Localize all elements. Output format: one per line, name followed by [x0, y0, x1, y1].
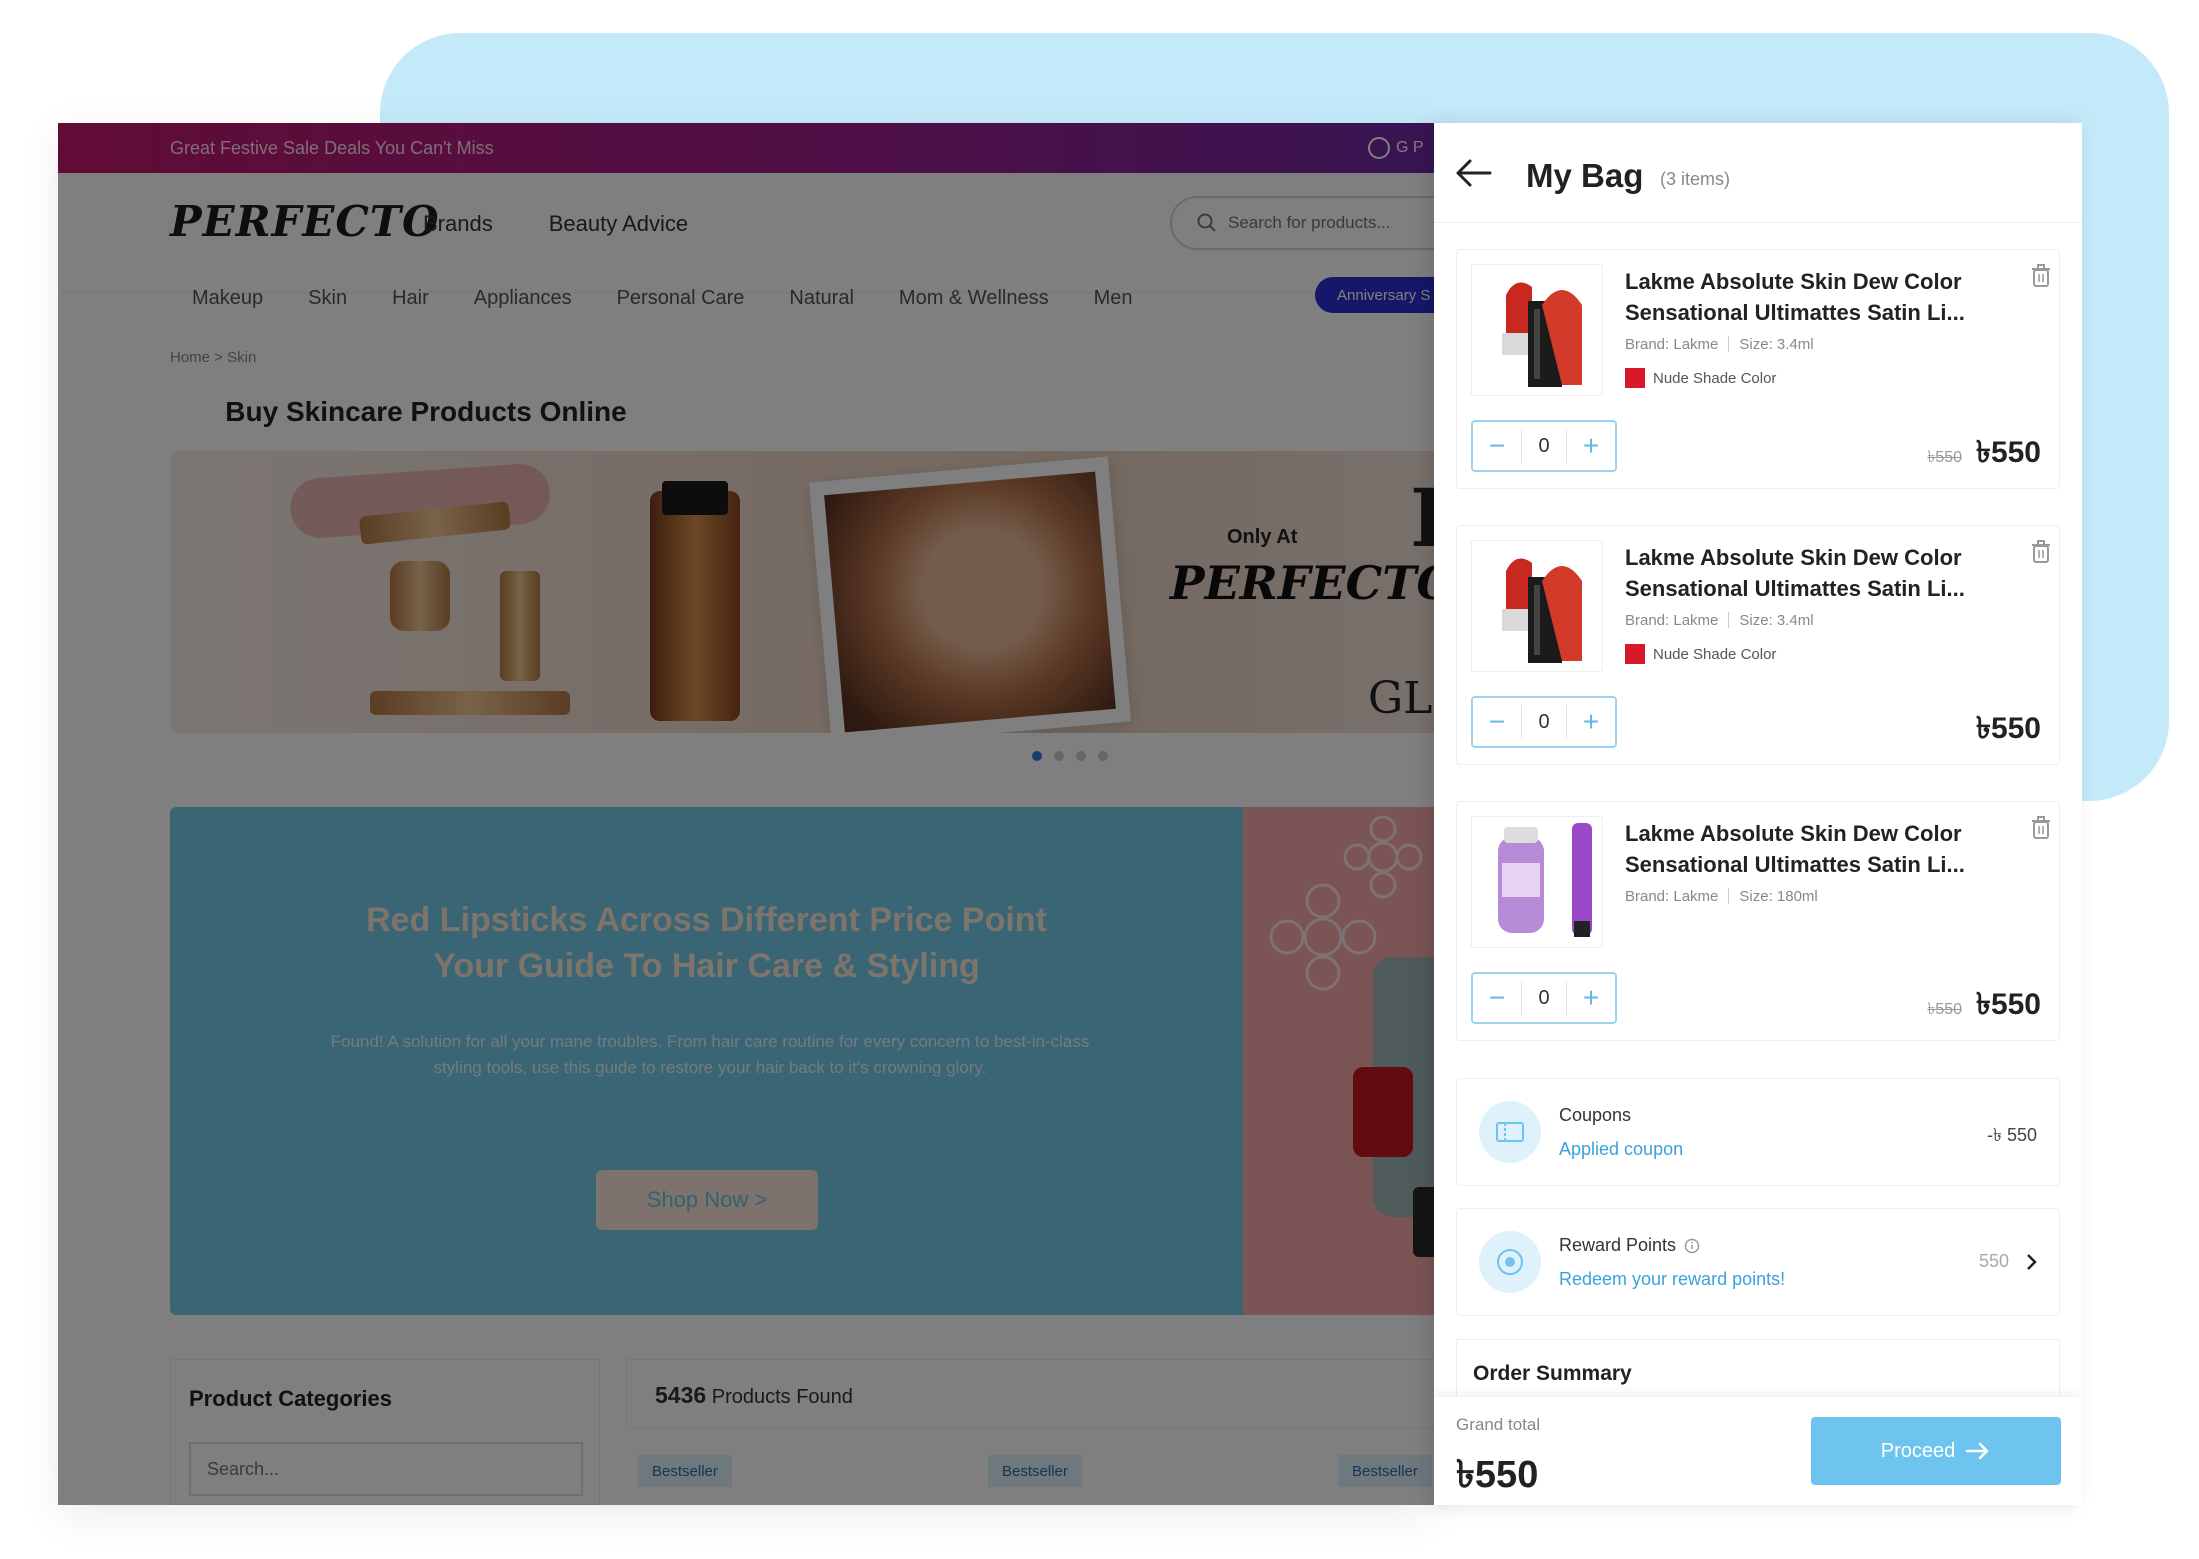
proceed-button[interactable]: Proceed [1811, 1417, 2061, 1485]
item-price: ৳550 ৳550 [1927, 980, 2041, 1031]
coupons-card[interactable]: Coupons Applied coupon -৳ 550 [1456, 1078, 2060, 1186]
decrement-button[interactable]: − [1473, 698, 1521, 746]
canvas: Great Festive Sale Deals You Can't Miss … [0, 0, 2199, 1559]
increment-button[interactable]: + [1567, 698, 1615, 746]
quantity-value[interactable]: 0 [1521, 981, 1567, 1015]
back-arrow-icon[interactable] [1454, 157, 1494, 189]
item-brand: Brand: Lakme [1625, 888, 1719, 905]
product-thumbnail [1471, 540, 1603, 672]
quantity-stepper: − 0 + [1471, 972, 1617, 1024]
coupon-discount: -৳ 550 [1987, 1125, 2037, 1145]
bag-title: My Bag [1526, 157, 1644, 194]
coupons-title-text: Coupons [1559, 1105, 1632, 1125]
reward-title-text: Reward Points [1559, 1235, 1677, 1255]
increment-button[interactable]: + [1567, 422, 1615, 470]
reward-points-value: 550 [1979, 1251, 2037, 1272]
reward-points-number: 550 [1978, 1251, 2009, 1271]
website: Great Festive Sale Deals You Can't Miss … [58, 123, 1434, 1505]
bag-drawer: My Bag (3 items) Lakme Absolute Skin Dew… [1434, 123, 2082, 1505]
quantity-value[interactable]: 0 [1521, 429, 1567, 463]
shade-swatch [1625, 368, 1645, 388]
current-price: ৳550 [1976, 712, 2041, 745]
coupons-title: Coupons [1559, 1105, 1631, 1126]
item-meta: Brand: Lakme Size: 180ml [1625, 888, 1818, 905]
item-shade: Nude Shade Color [1625, 368, 1776, 388]
reward-title: Reward Points [1559, 1235, 1700, 1256]
lipstick-image [1502, 558, 1582, 663]
trash-icon[interactable] [2031, 816, 2051, 840]
item-size: Size: 180ml [1739, 888, 1818, 905]
bag-footer: Grand total ৳550 Proceed [1434, 1397, 2082, 1505]
item-price: ৳550 [1976, 704, 2041, 755]
meta-divider [1728, 612, 1730, 628]
meta-divider [1728, 888, 1730, 904]
item-brand: Brand: Lakme [1625, 612, 1719, 629]
order-summary-title: Order Summary [1473, 1362, 1632, 1385]
decrement-button[interactable]: − [1473, 974, 1521, 1022]
shade-label: Nude Shade Color [1653, 369, 1777, 387]
item-name[interactable]: Lakme Absolute Skin Dew Color Sensationa… [1625, 266, 1995, 328]
product-thumbnail [1471, 264, 1603, 396]
modal-backdrop[interactable] [58, 123, 1434, 1505]
item-price: ৳550 ৳550 [1927, 428, 2041, 479]
redeem-link[interactable]: Redeem your reward points! [1559, 1269, 1785, 1290]
item-meta: Brand: Lakme Size: 3.4ml [1625, 612, 1814, 629]
chevron-right-icon[interactable] [2025, 1253, 2037, 1271]
item-size: Size: 3.4ml [1739, 612, 1814, 629]
shade-label: Nude Shade Color [1653, 645, 1777, 663]
item-meta: Brand: Lakme Size: 3.4ml [1625, 336, 1814, 353]
bag-item-count: (3 items) [1660, 169, 1731, 189]
quantity-stepper: − 0 + [1471, 420, 1617, 472]
bag-item: Lakme Absolute Skin Dew Color Sensationa… [1456, 801, 2060, 1041]
current-price: ৳550 [1976, 988, 2041, 1021]
meta-divider [1728, 336, 1730, 352]
quantity-stepper: − 0 + [1471, 696, 1617, 748]
applied-coupon-link[interactable]: Applied coupon [1559, 1139, 1683, 1160]
quantity-value[interactable]: 0 [1521, 705, 1567, 739]
bag-item: Lakme Absolute Skin Dew Color Sensationa… [1456, 525, 2060, 765]
increment-button[interactable]: + [1567, 974, 1615, 1022]
info-icon[interactable] [1684, 1238, 1700, 1254]
shade-swatch [1625, 644, 1645, 664]
arrow-right-icon [1966, 1442, 1989, 1460]
grand-total-value: ৳550 [1456, 1454, 1539, 1496]
bag-header: My Bag (3 items) [1434, 123, 2082, 223]
grand-total-label: Grand total [1456, 1415, 1541, 1434]
proceed-label: Proceed [1880, 1439, 1956, 1462]
reward-icon [1479, 1231, 1541, 1293]
decrement-button[interactable]: − [1473, 422, 1521, 470]
trash-icon[interactable] [2031, 540, 2051, 564]
coupon-icon [1479, 1101, 1541, 1163]
lipstick-image [1502, 282, 1582, 387]
old-price: ৳550 [1927, 1001, 1962, 1018]
item-brand: Brand: Lakme [1625, 336, 1719, 353]
bag-item: Lakme Absolute Skin Dew Color Sensationa… [1456, 249, 2060, 489]
item-name[interactable]: Lakme Absolute Skin Dew Color Sensationa… [1625, 542, 1995, 604]
trash-icon[interactable] [2031, 264, 2051, 288]
shampoo-image [1498, 823, 1592, 937]
current-price: ৳550 [1976, 436, 2041, 469]
item-size: Size: 3.4ml [1739, 336, 1814, 353]
item-name[interactable]: Lakme Absolute Skin Dew Color Sensationa… [1625, 818, 1995, 880]
reward-points-card[interactable]: Reward Points Redeem your reward points!… [1456, 1208, 2060, 1316]
item-shade: Nude Shade Color [1625, 644, 1776, 664]
old-price: ৳550 [1927, 449, 1962, 466]
product-thumbnail [1471, 816, 1603, 948]
